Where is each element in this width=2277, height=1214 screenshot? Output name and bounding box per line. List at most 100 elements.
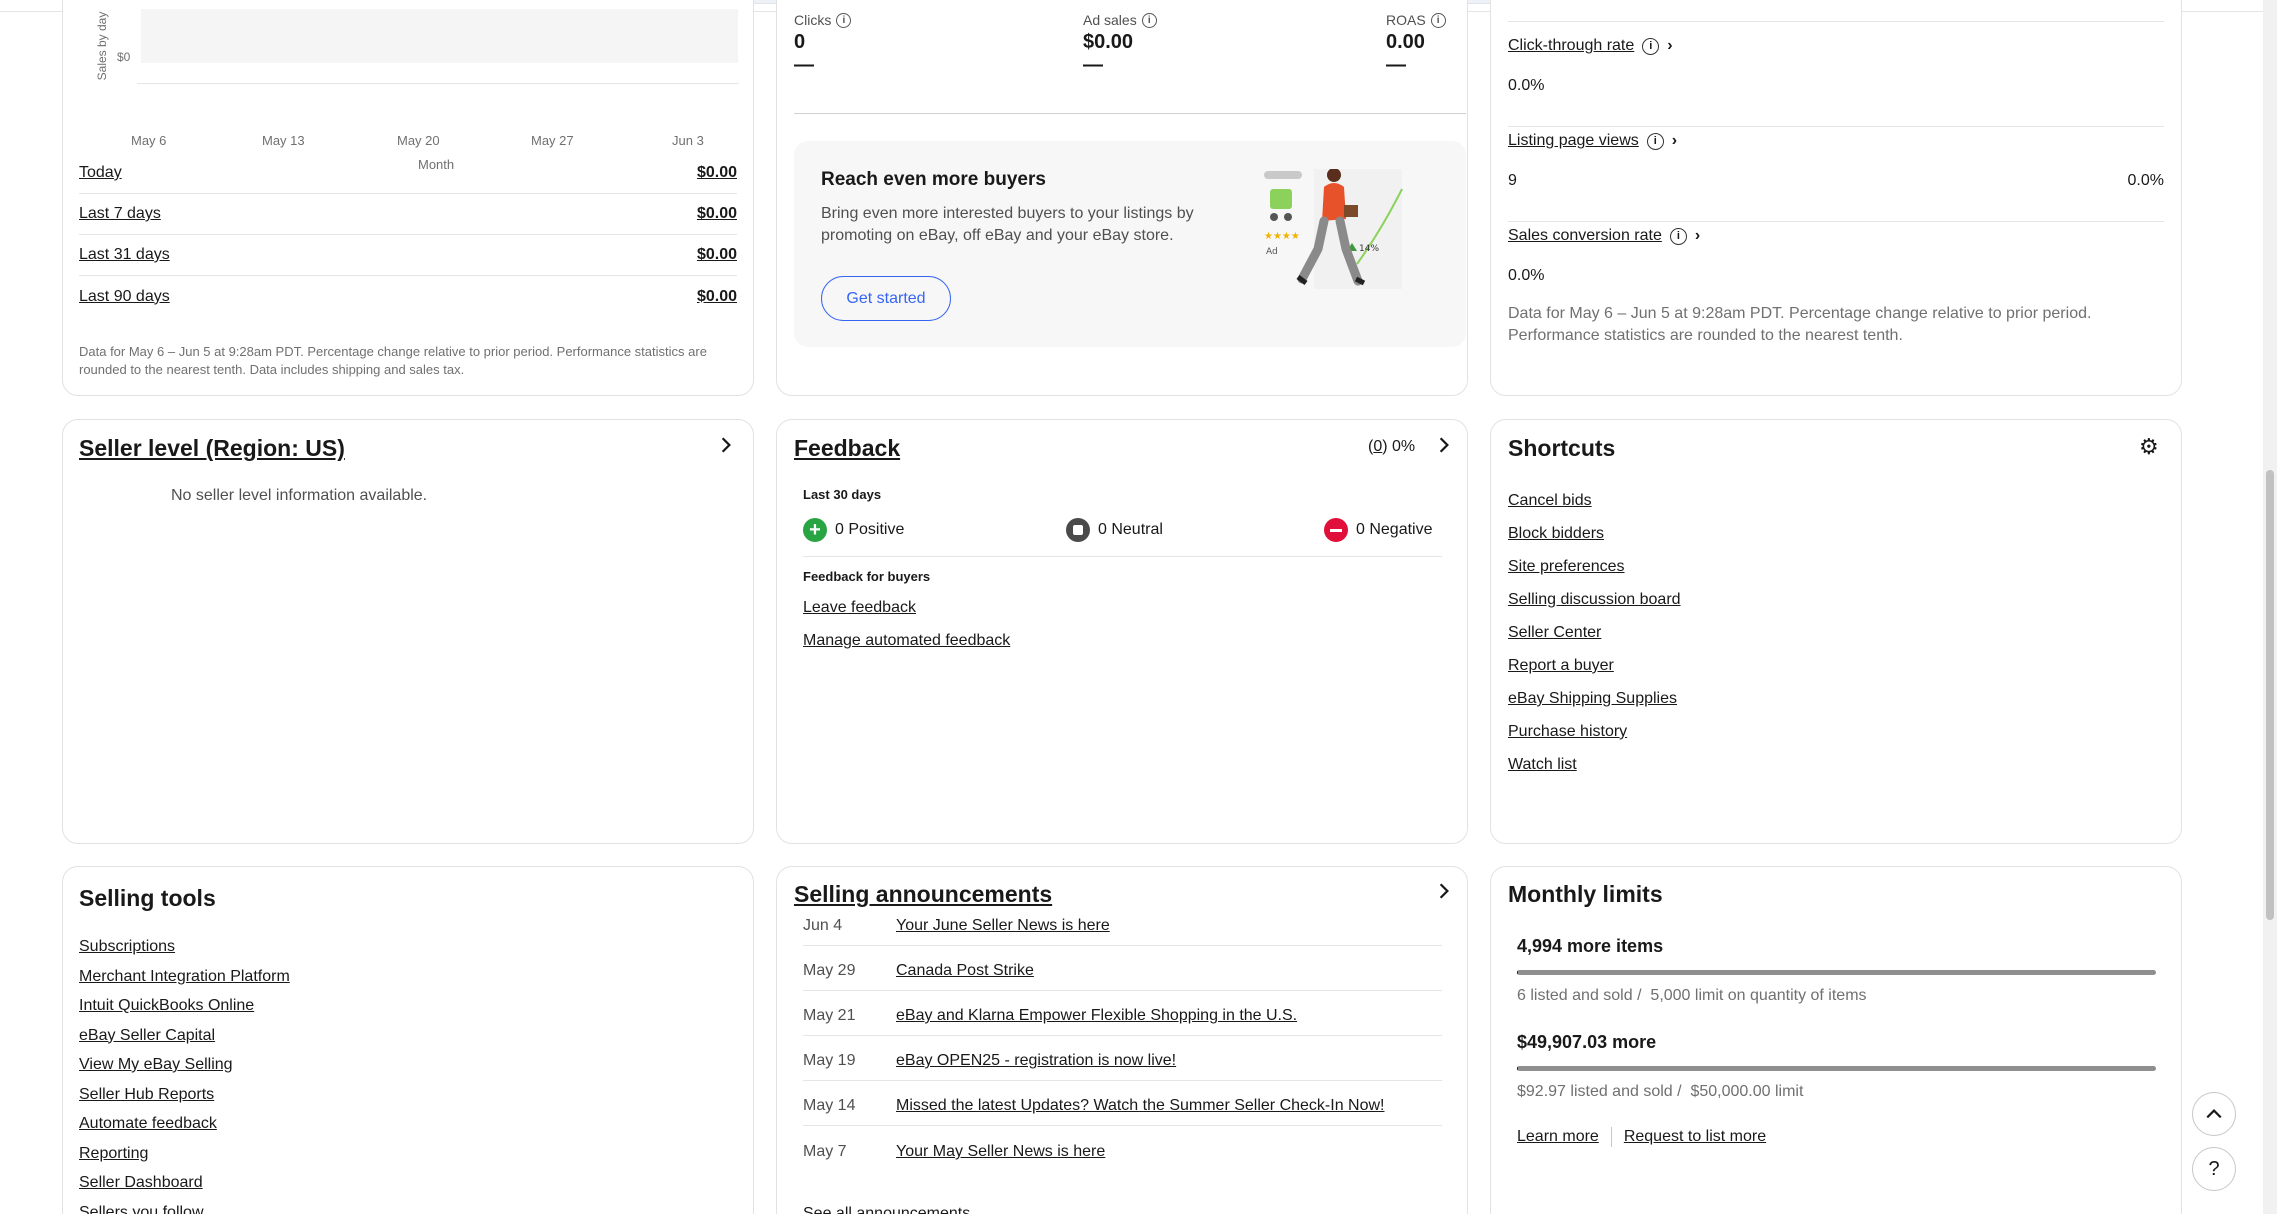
feedback-card: Feedback (0) 0% Last 30 days + 0 Positiv… — [776, 419, 1468, 844]
shortcut-link[interactable]: Site preferences — [1508, 550, 1681, 583]
announcement-link[interactable]: eBay OPEN25 - registration is now live! — [896, 1052, 1176, 1070]
items-progress-fill — [1517, 970, 1518, 975]
gear-icon[interactable]: ⚙ — [2139, 434, 2159, 460]
sales-row-value[interactable]: $0.00 — [697, 205, 737, 223]
request-to-list-more-link[interactable]: Request to list more — [1624, 1128, 1766, 1146]
feedback-percent: 0% — [1392, 438, 1416, 455]
sales-footnote: Data for May 6 – Jun 5 at 9:28am PDT. Pe… — [79, 344, 707, 377]
amount-progress-bar — [1517, 1066, 2156, 1071]
shortcut-link[interactable]: Block bidders — [1508, 517, 1681, 550]
sales-row-value[interactable]: $0.00 — [697, 288, 737, 306]
announcement-link[interactable]: Your May Seller News is here — [896, 1143, 1105, 1161]
traffic-card: Click-through rate i › 0.0% Listing page… — [1490, 0, 2182, 396]
feedback-positive: + 0 Positive — [803, 518, 904, 542]
announcement-date: May 19 — [803, 1052, 856, 1069]
listing-page-views-link[interactable]: Listing page views — [1508, 132, 1639, 150]
selling-tool-link[interactable]: Seller Hub Reports — [79, 1080, 290, 1110]
shortcut-link[interactable]: Watch list — [1508, 748, 1681, 781]
announcement-date: May 14 — [803, 1097, 856, 1114]
divider — [794, 113, 1466, 114]
selling-tool-link[interactable]: Reporting — [79, 1139, 290, 1169]
feedback-count[interactable]: 0 — [1373, 438, 1382, 455]
help-button[interactable]: ? — [2192, 1147, 2236, 1191]
info-icon[interactable]: i — [1141, 12, 1157, 28]
sales-row-value[interactable]: $0.00 — [697, 246, 737, 264]
scrollbar-thumb[interactable] — [2266, 470, 2274, 920]
shortcuts-title: Shortcuts — [1508, 435, 1616, 461]
link-separator — [1610, 1127, 1612, 1147]
manage-automated-feedback-link[interactable]: Manage automated feedback — [803, 632, 1010, 650]
selling-tool-link[interactable]: Automate feedback — [79, 1109, 290, 1139]
sales-row-value[interactable]: $0.00 — [697, 164, 737, 182]
selling-tool-link[interactable]: Merchant Integration Platform — [79, 962, 290, 992]
shortcut-link[interactable]: Cancel bids — [1508, 484, 1681, 517]
selling-tool-link[interactable]: Sellers you follow — [79, 1198, 290, 1214]
get-started-button[interactable]: Get started — [821, 276, 951, 321]
feedback-negative: 0 Negative — [1324, 518, 1433, 542]
feedback-title[interactable]: Feedback — [794, 435, 900, 462]
traffic-item: Listing page views i › 9 0.0% — [1508, 132, 2164, 222]
info-icon[interactable]: i — [1646, 132, 1664, 150]
sales-row-label[interactable]: Last 90 days — [79, 288, 170, 306]
announcement-row: May 7 Your May Seller News is here — [803, 1126, 1442, 1171]
announcement-row: May 29 Canada Post Strike — [803, 946, 1442, 991]
minus-circle-icon — [1324, 518, 1348, 542]
feedback-buyers-heading: Feedback for buyers — [803, 569, 931, 584]
metric-value: $0.00 — [1083, 31, 1134, 53]
announcement-link[interactable]: Your June Seller News is here — [896, 917, 1110, 935]
shortcuts-card: Shortcuts ⚙ Cancel bids Block bidders Si… — [1490, 419, 2182, 844]
metric-label: ROAS — [1386, 12, 1426, 28]
announcement-date: May 7 — [803, 1143, 847, 1160]
amount-progress-fill — [1517, 1066, 1519, 1071]
shortcut-link[interactable]: Purchase history — [1508, 715, 1681, 748]
info-icon[interactable]: i — [1430, 12, 1446, 28]
selling-tool-link[interactable]: Seller Dashboard — [79, 1168, 290, 1198]
back-to-top-button[interactable] — [2192, 1092, 2236, 1136]
sales-row: Last 31 days $0.00 — [79, 235, 737, 276]
sales-row-label[interactable]: Today — [79, 164, 122, 182]
click-through-rate-link[interactable]: Click-through rate — [1508, 37, 1634, 55]
chevron-right-icon[interactable] — [1431, 432, 1457, 458]
promo-box: Reach even more buyers Bring even more i… — [794, 141, 1466, 347]
monthly-limits-title: Monthly limits — [1508, 881, 1663, 907]
sales-row-label[interactable]: Last 7 days — [79, 205, 161, 223]
shortcut-link[interactable]: Seller Center — [1508, 616, 1681, 649]
selling-tool-link[interactable]: Subscriptions — [79, 932, 290, 962]
amount-headline: $49,907.03 more — [1517, 1032, 1657, 1052]
selling-tool-link[interactable]: View My eBay Selling — [79, 1050, 290, 1080]
info-icon[interactable]: i — [836, 12, 852, 28]
seller-level-title[interactable]: Seller level (Region: US) — [79, 435, 345, 462]
announcement-link[interactable]: Canada Post Strike — [896, 962, 1034, 980]
chevron-right-icon[interactable]: › — [1667, 37, 1672, 55]
selling-tools-card: Selling tools Subscriptions Merchant Int… — [62, 866, 754, 1214]
illus-ad-text: Ad — [1266, 247, 1278, 257]
chevron-right-icon[interactable] — [713, 432, 739, 458]
selling-tool-link[interactable]: eBay Seller Capital — [79, 1021, 290, 1051]
chevron-right-icon[interactable]: › — [1695, 227, 1700, 245]
metric-label: Ad sales — [1083, 12, 1137, 28]
shortcut-link[interactable]: Report a buyer — [1508, 649, 1681, 682]
sales-conversion-rate-link[interactable]: Sales conversion rate — [1508, 227, 1662, 245]
top-divider — [1508, 21, 2164, 22]
sales-row-label[interactable]: Last 31 days — [79, 246, 170, 264]
selling-tools-list: Subscriptions Merchant Integration Platf… — [79, 932, 290, 1214]
chevron-right-icon[interactable]: › — [1672, 132, 1677, 150]
announcements-card: Selling announcements Jun 4 Your June Se… — [776, 866, 1468, 1214]
announcement-row: May 21 eBay and Klarna Empower Flexible … — [803, 991, 1442, 1036]
announcement-row: Jun 4 Your June Seller News is here — [803, 901, 1442, 946]
see-all-announcements-link[interactable]: See all announcements — [803, 1205, 970, 1214]
page-scrollbar[interactable] — [2263, 0, 2277, 1214]
ads-card: Clicks i 0 — Ad sales i $0.00 — ROAS i 0… — [776, 0, 1468, 396]
info-icon[interactable]: i — [1669, 227, 1687, 245]
promo-illustration: ★★★★ Ad 14% — [1264, 169, 1403, 289]
announcement-link[interactable]: Missed the latest Updates? Watch the Sum… — [896, 1097, 1385, 1115]
metric-change: — — [1386, 54, 1406, 76]
x-axis-line — [137, 83, 739, 84]
learn-more-link[interactable]: Learn more — [1517, 1128, 1599, 1146]
shortcut-link[interactable]: eBay Shipping Supplies — [1508, 682, 1681, 715]
info-icon[interactable]: i — [1642, 37, 1660, 55]
leave-feedback-link[interactable]: Leave feedback — [803, 599, 916, 617]
selling-tool-link[interactable]: Intuit QuickBooks Online — [79, 991, 290, 1021]
announcement-link[interactable]: eBay and Klarna Empower Flexible Shoppin… — [896, 1007, 1297, 1025]
shortcut-link[interactable]: Selling discussion board — [1508, 583, 1681, 616]
